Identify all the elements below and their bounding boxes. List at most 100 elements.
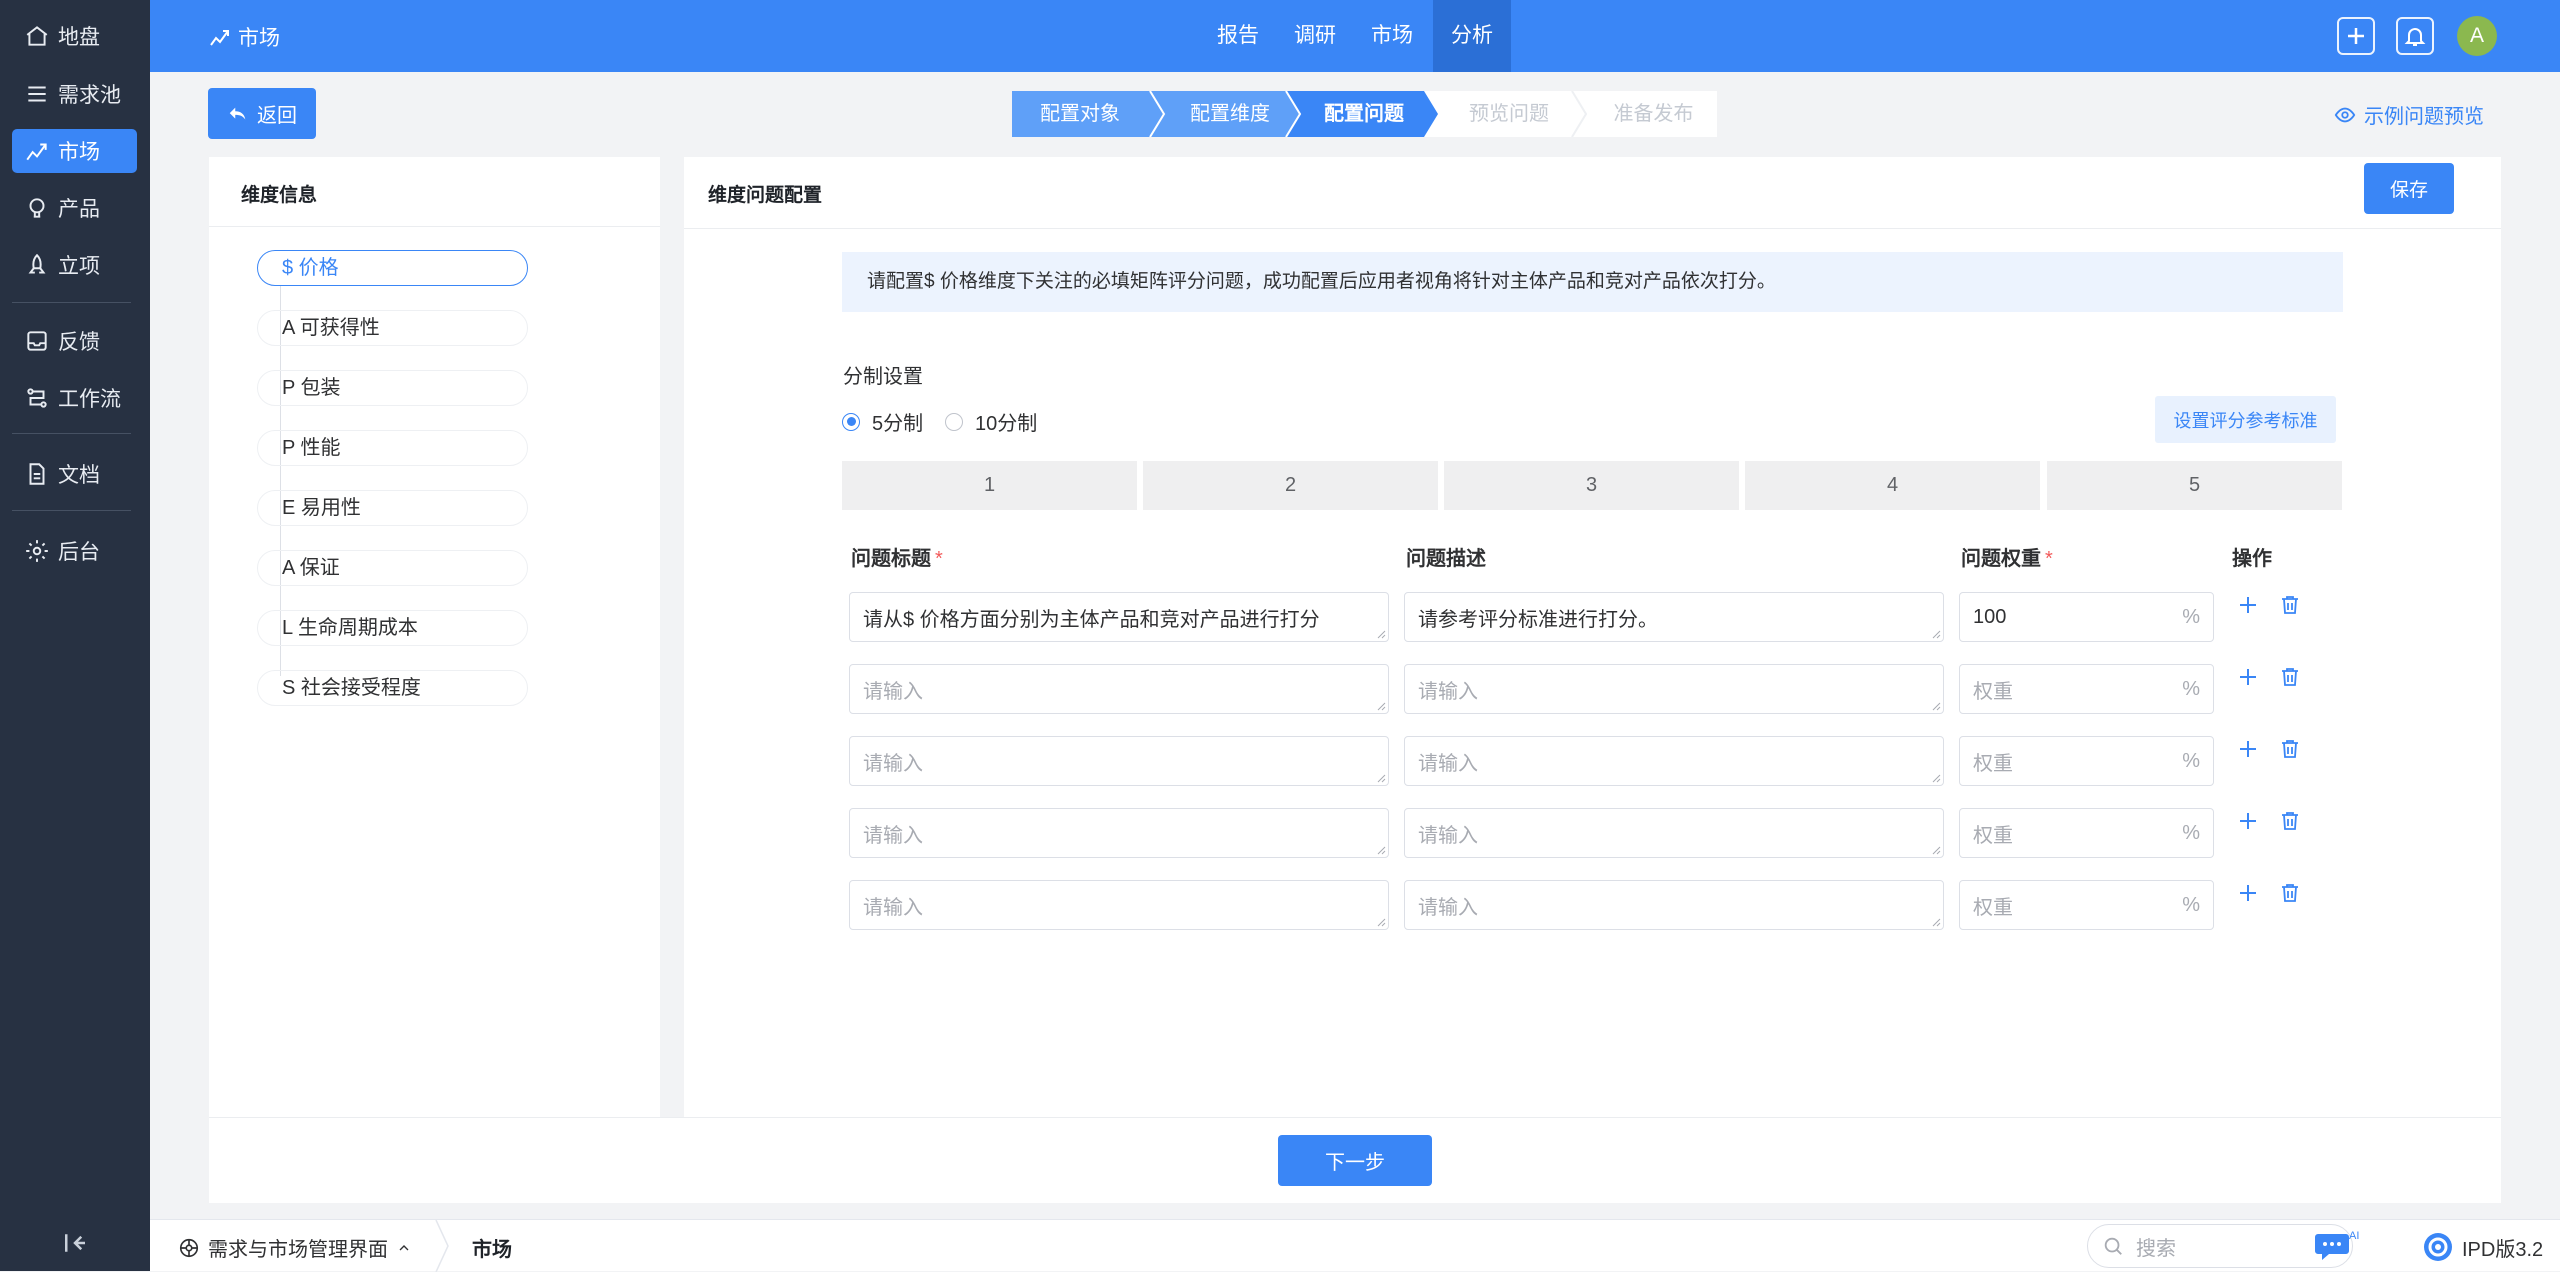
add-button[interactable]: [2337, 17, 2375, 55]
add-row-icon[interactable]: [2236, 737, 2260, 761]
dimension-item[interactable]: A 保证: [257, 550, 528, 586]
ipd-logo-icon: [2424, 1233, 2452, 1261]
info-notice: 请配置$ 价格维度下关注的必填矩阵评分问题，成功配置后应用者视角将针对主体产品和…: [842, 252, 2343, 312]
step-ready-publish: 准备发布: [1590, 91, 1717, 137]
delete-icon[interactable]: [2278, 809, 2302, 833]
resize-grip-icon[interactable]: [1377, 774, 1386, 783]
scale-cell: 5: [2047, 461, 2342, 510]
avatar[interactable]: A: [2457, 16, 2497, 56]
row-operations: [2236, 593, 2320, 617]
sidebar-item-docs[interactable]: 文档: [12, 452, 137, 496]
set-scoring-reference-button[interactable]: 设置评分参考标准: [2155, 396, 2336, 443]
question-title-input[interactable]: 请从$ 价格方面分别为主体产品和竞对产品进行打分: [849, 592, 1389, 642]
question-title-input[interactable]: 请输入: [849, 880, 1389, 930]
step-preview-question: 预览问题: [1450, 91, 1568, 137]
header-operations: 操作: [2232, 548, 2272, 570]
radio-10-point[interactable]: 10分制: [945, 407, 1037, 436]
question-desc-input[interactable]: 请输入: [1404, 880, 1944, 930]
sidebar-item-workflow[interactable]: 工作流: [12, 376, 137, 420]
sidebar-item-admin[interactable]: 后台: [12, 529, 137, 573]
sidebar: 地盘 需求池 市场 产品 立项 反馈 工作流 文档 后台: [0, 0, 150, 1271]
question-desc-input[interactable]: 请参考评分标准进行打分。: [1404, 592, 1944, 642]
search-input[interactable]: 搜索: [2087, 1224, 2353, 1268]
resize-grip-icon[interactable]: [1377, 918, 1386, 927]
tab-market[interactable]: 市场: [1362, 0, 1422, 72]
dimension-item[interactable]: L 生命周期成本: [257, 610, 528, 646]
resize-grip-icon[interactable]: [1932, 846, 1941, 855]
add-row-icon[interactable]: [2236, 881, 2260, 905]
resize-grip-icon[interactable]: [1932, 774, 1941, 783]
back-button[interactable]: 返回: [208, 88, 316, 139]
delete-icon[interactable]: [2278, 881, 2302, 905]
question-weight-input[interactable]: 权重%: [1959, 808, 2214, 858]
step-config-dimension[interactable]: 配置维度: [1168, 91, 1292, 137]
tab-analysis[interactable]: 分析: [1433, 0, 1511, 72]
resize-grip-icon[interactable]: [1377, 702, 1386, 711]
question-config-title: 维度问题配置: [708, 185, 823, 206]
sidebar-item-label: 工作流: [58, 388, 121, 411]
next-step-button[interactable]: 下一步: [1278, 1135, 1432, 1186]
row-operations: [2236, 881, 2320, 905]
question-desc-input[interactable]: 请输入: [1404, 808, 1944, 858]
delete-icon[interactable]: [2278, 737, 2302, 761]
scale-cell: 2: [1143, 461, 1438, 510]
dimension-panel-title: 维度信息: [241, 185, 318, 206]
question-weight-input[interactable]: 权重%: [1959, 880, 2214, 930]
dimension-item[interactable]: $ 价格: [257, 250, 528, 286]
sidebar-item-label: 文档: [58, 464, 100, 487]
sidebar-item-product[interactable]: 产品: [12, 186, 137, 230]
notifications-button[interactable]: [2396, 17, 2434, 55]
status-bar: 需求与市场管理界面 市场 搜索 AI IPD版3.2: [150, 1219, 2560, 1272]
dimension-item[interactable]: P 性能: [257, 430, 528, 466]
resize-grip-icon[interactable]: [1932, 630, 1941, 639]
question-desc-input[interactable]: 请输入: [1404, 664, 1944, 714]
add-row-icon[interactable]: [2236, 593, 2260, 617]
question-title-input[interactable]: 请输入: [849, 736, 1389, 786]
home-icon: [26, 26, 48, 46]
scale-cell: 4: [1745, 461, 2040, 510]
row-operations: [2236, 809, 2320, 833]
header-question-desc: 问题描述: [1406, 548, 1486, 570]
radio-5-point[interactable]: 5分制: [842, 407, 923, 436]
question-desc-input[interactable]: 请输入: [1404, 736, 1944, 786]
sidebar-item-project[interactable]: 立项: [12, 243, 137, 287]
tab-research[interactable]: 调研: [1284, 0, 1346, 72]
ai-assistant-icon[interactable]: AI: [2315, 1228, 2361, 1264]
example-preview-link[interactable]: 示例问题预览: [2334, 100, 2484, 129]
sidebar-item-market[interactable]: 市场: [12, 129, 137, 173]
resize-grip-icon[interactable]: [1932, 702, 1941, 711]
row-operations: [2236, 665, 2320, 689]
step-chevron: [1424, 91, 1450, 137]
collapse-sidebar-icon[interactable]: [60, 1228, 90, 1258]
breadcrumb-current: 市场: [472, 1239, 512, 1261]
sidebar-item-label: 需求池: [58, 84, 121, 107]
tab-report[interactable]: 报告: [1208, 0, 1268, 72]
step-config-object[interactable]: 配置对象: [1012, 91, 1148, 137]
rocket-icon: [28, 253, 46, 274]
question-weight-input[interactable]: 100%: [1959, 592, 2214, 642]
dimension-item[interactable]: P 包装: [257, 370, 528, 406]
resize-grip-icon[interactable]: [1377, 846, 1386, 855]
save-button[interactable]: 保存: [2364, 163, 2454, 214]
resize-grip-icon[interactable]: [1377, 630, 1386, 639]
delete-icon[interactable]: [2278, 593, 2302, 617]
sidebar-item-label: 地盘: [58, 26, 100, 49]
sidebar-item-requirements[interactable]: 需求池: [12, 72, 137, 116]
delete-icon[interactable]: [2278, 665, 2302, 689]
dimension-item[interactable]: S 社会接受程度: [257, 670, 528, 706]
header-question-weight: 问题权重 *: [1961, 548, 2053, 570]
breadcrumb-root[interactable]: 需求与市场管理界面: [178, 1233, 420, 1262]
question-weight-input[interactable]: 权重%: [1959, 664, 2214, 714]
dimension-item[interactable]: A 可获得性: [257, 310, 528, 346]
sidebar-item-home[interactable]: 地盘: [12, 14, 137, 58]
question-title-input[interactable]: 请输入: [849, 808, 1389, 858]
resize-grip-icon[interactable]: [1932, 918, 1941, 927]
dimension-item[interactable]: E 易用性: [257, 490, 528, 526]
question-weight-input[interactable]: 权重%: [1959, 736, 2214, 786]
sidebar-item-feedback[interactable]: 反馈: [12, 319, 137, 363]
add-row-icon[interactable]: [2236, 809, 2260, 833]
question-title-input[interactable]: 请输入: [849, 664, 1389, 714]
step-config-question[interactable]: 配置问题: [1304, 91, 1424, 137]
version-badge: IPD版3.2: [2422, 1231, 2543, 1263]
add-row-icon[interactable]: [2236, 665, 2260, 689]
